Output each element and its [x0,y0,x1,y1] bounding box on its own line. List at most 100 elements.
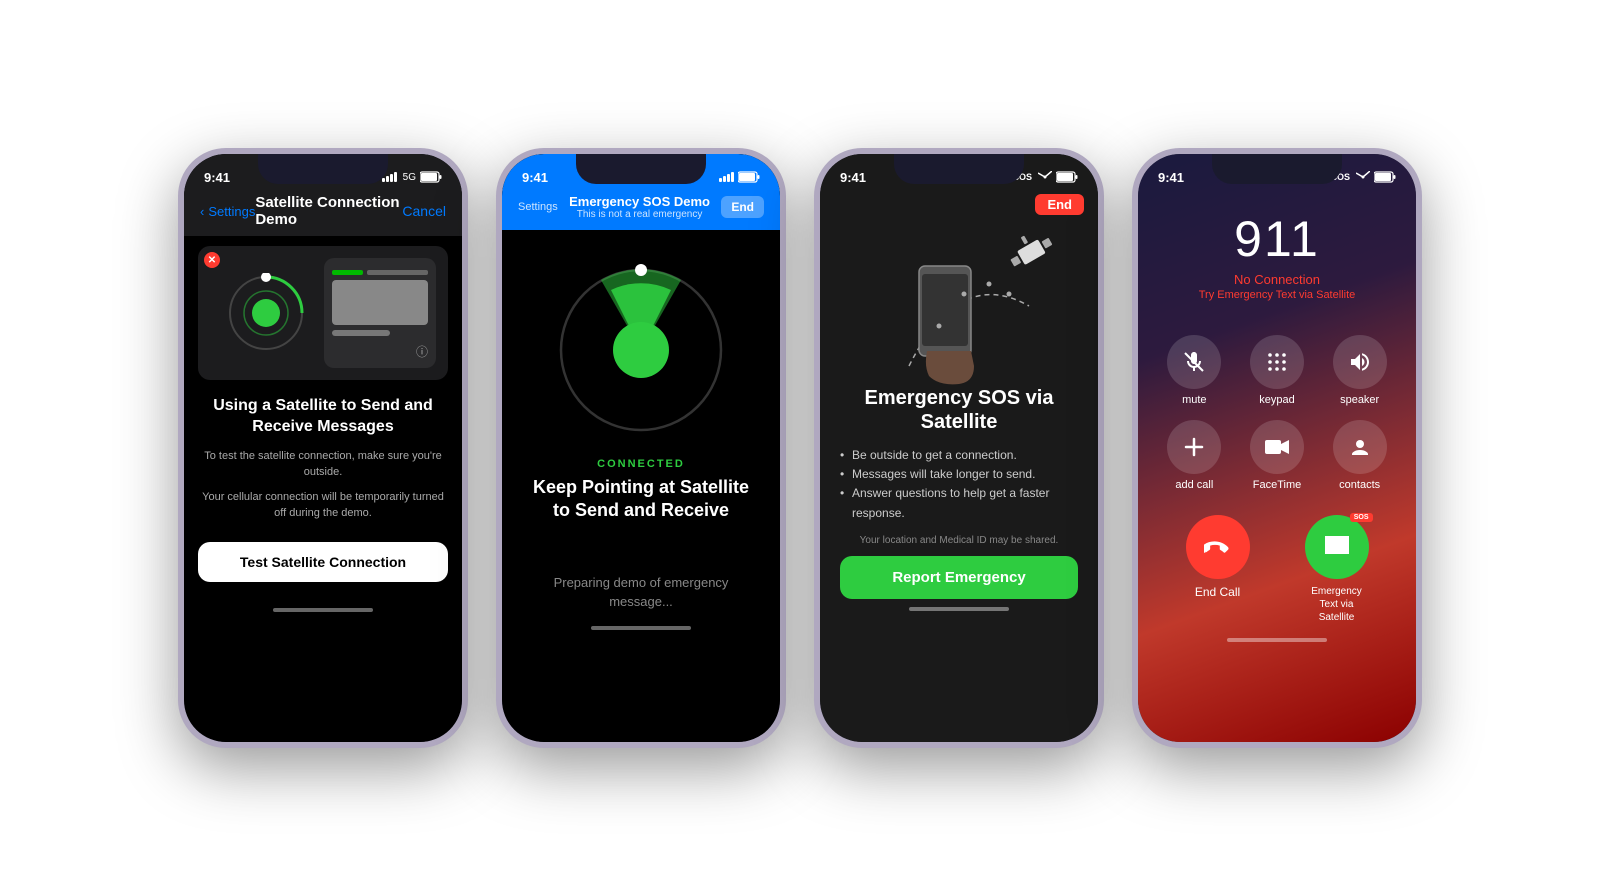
call-buttons-grid-4: mute keypad [1138,315,1416,499]
phone-3: 9:41 SOS End [814,148,1104,748]
status-bar-2: 9:41 [502,154,780,190]
sos-text-3: SOS [1013,172,1032,182]
mute-label-4: mute [1182,394,1206,406]
time-3: 9:41 [840,170,866,185]
settings-link-1[interactable]: Settings [208,204,255,219]
facetime-label-4: FaceTime [1253,479,1302,491]
speaker-label-4: speaker [1340,394,1379,406]
signal-icon-4 [1356,171,1370,183]
report-emergency-button[interactable]: Report Emergency [840,556,1078,599]
mockup-info-icon: ⓘ [332,343,428,360]
sos-text-4: SOS [1331,172,1350,182]
keypad-circle-4 [1250,335,1304,389]
section-title-1: Using a Satellite to Send and Receive Me… [198,396,448,438]
close-btn-1[interactable]: ✕ [204,252,220,268]
mute-btn-4[interactable]: mute [1160,335,1229,406]
end-btn-2[interactable]: End [721,196,764,218]
speaker-btn-4[interactable]: speaker [1325,335,1394,406]
keep-pointing-2: Keep Pointing at Satellite to Send and R… [522,476,760,523]
try-satellite-4: Try Emergency Text via Satellite [1138,289,1416,301]
bar3 [390,174,393,182]
end-btn-3[interactable]: End [1035,194,1084,215]
test-satellite-button[interactable]: Test Satellite Connection [198,542,448,582]
emergency-satellite-circle-4[interactable]: SOS [1305,515,1369,579]
connected-text-2: CONNECTED [522,458,760,470]
graphic-area-3 [820,226,1098,386]
phone-2-screen: 9:41 Settings [502,154,780,742]
demo-area-1: ✕ [198,246,448,380]
mute-icon-4 [1182,350,1206,374]
signal-svg-2 [551,260,731,440]
contacts-btn-4[interactable]: contacts [1325,420,1394,491]
end-call-btn-4[interactable]: End Call [1186,515,1250,599]
add-call-label-4: add call [1175,479,1213,491]
signal-container-2 [502,230,780,450]
top-back-2[interactable]: Settings [518,201,558,213]
home-indicator-4 [1227,638,1327,642]
home-indicator-1 [273,608,373,612]
signal-icon-3 [1038,171,1052,183]
status-icons-1: 5G [382,171,442,183]
sos-content-3: Emergency SOS via Satellite • Be outside… [820,386,1098,599]
back-arrow-icon-1: ‹ [200,204,204,219]
bar2 [386,176,389,182]
bar1 [382,178,385,182]
keypad-btn-4[interactable]: keypad [1243,335,1312,406]
content-1: ✕ [184,236,462,602]
mute-circle-4 [1167,335,1221,389]
facetime-btn-4[interactable]: FaceTime [1243,420,1312,491]
emergency-satellite-btn-4[interactable]: SOS Emergency Text via Satellite [1305,515,1369,624]
bottom-call-area-4: End Call SOS Emergency Text via [1138,499,1416,632]
facetime-circle-4 [1250,420,1304,474]
sos-graphic-svg [829,226,1089,386]
add-icon-4 [1183,436,1205,458]
signal-bars-1 [382,172,397,182]
body-text-1b: Your cellular connection will be tempora… [198,489,448,522]
end-call-circle-4[interactable] [1186,515,1250,579]
top-center-2: Emergency SOS Demo This is not a real em… [569,194,710,220]
bar2-1 [719,178,722,182]
bar2-2 [723,176,726,182]
mockup-bar-green [332,270,363,275]
phone-1: 9:41 5G [178,148,468,748]
contacts-icon-4 [1349,436,1371,458]
top-title-2: Emergency SOS Demo [569,194,710,209]
speaker-circle-4 [1333,335,1387,389]
home-indicator-3 [909,607,1009,611]
call-number-4: 911 [1138,210,1416,268]
status-icons-2 [719,171,760,183]
end-call-label-4: End Call [1195,585,1240,599]
text-area-2: CONNECTED Keep Pointing at Satellite to … [502,450,780,612]
time-1: 9:41 [204,170,230,185]
nav-title-1: Satellite Connection Demo [255,194,402,228]
no-connection-4: No Connection [1138,272,1416,287]
time-4: 9:41 [1158,170,1184,185]
sos-bullets-3: • Be outside to get a connection. • Mess… [840,446,1078,523]
contacts-circle-4 [1333,420,1387,474]
phone-1-screen: 9:41 5G [184,154,462,742]
home-indicator-2 [591,626,691,630]
battery-icon-1 [420,171,442,183]
top-bar-2: Settings Emergency SOS Demo This is not … [502,190,780,230]
bar4 [394,172,397,182]
facetime-icon-4 [1265,438,1289,456]
phone-4: 9:41 SOS 911 [1132,148,1422,748]
status-bar-4: 9:41 SOS [1138,154,1416,190]
add-call-btn-4[interactable]: add call [1160,420,1229,491]
mockup-rect-1 [332,280,428,325]
battery-icon-4 [1374,171,1396,183]
time-2: 9:41 [522,170,548,185]
emergency-satellite-label-4: Emergency Text via Satellite [1311,585,1362,624]
nav-back-1[interactable]: ‹ Settings [200,204,255,219]
cancel-btn-1[interactable]: Cancel [402,203,446,219]
end-call-icon-4 [1204,533,1232,561]
keypad-label-4: keypad [1259,394,1294,406]
speaker-icon-4 [1348,350,1372,374]
mockup-bar-gray [367,270,428,275]
network-type-1: 5G [403,172,416,183]
body-text-1a: To test the satellite connection, make s… [198,448,448,481]
signal-bars-2 [719,172,734,182]
phones-container: 9:41 5G [118,108,1482,788]
phone-2: 9:41 Settings [496,148,786,748]
status-icons-3: SOS [1013,171,1078,183]
